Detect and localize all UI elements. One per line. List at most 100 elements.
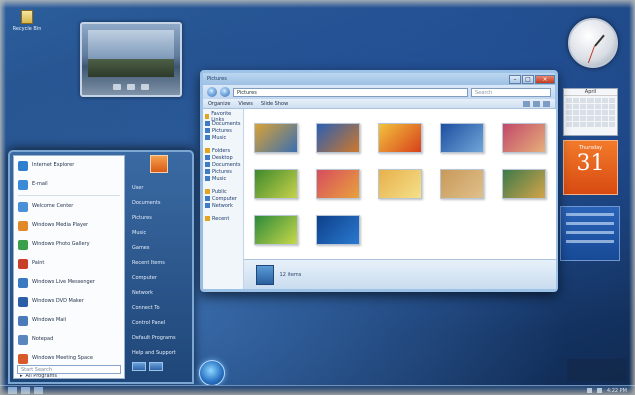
feed-headlines-gadget[interactable] (560, 206, 620, 261)
calendar-date-cell[interactable] (587, 98, 594, 103)
calendar-date-cell[interactable] (587, 110, 594, 115)
calendar-date-cell[interactable] (566, 110, 573, 115)
nav-item[interactable]: Desktop (205, 154, 241, 161)
window-titlebar[interactable]: Pictures – □ × (203, 73, 555, 85)
calendar-date-cell[interactable] (608, 104, 615, 109)
quick-launch-icon[interactable] (34, 387, 43, 394)
gadget-tile[interactable] (567, 359, 627, 381)
network-icon[interactable] (586, 388, 592, 393)
close-button[interactable]: × (535, 74, 555, 84)
start-menu-place-link[interactable]: User (128, 181, 189, 196)
nav-item[interactable]: Network (205, 202, 241, 209)
nav-item[interactable]: Computer (205, 195, 241, 202)
calendar-date-cell[interactable] (573, 110, 580, 115)
calendar-date-cell[interactable] (594, 116, 601, 121)
start-menu-place-link[interactable]: Computer (128, 271, 189, 286)
lock-icon[interactable] (149, 362, 163, 371)
picture-thumbnail[interactable] (315, 215, 360, 245)
calendar-date-cell[interactable] (608, 98, 615, 103)
start-menu-place-link[interactable]: Control Panel (128, 316, 189, 331)
calendar-date-cell[interactable] (601, 116, 608, 121)
calendar-date-cell[interactable] (566, 98, 573, 103)
calendar-date-cell[interactable] (601, 122, 608, 127)
calendar-date-cell[interactable] (608, 110, 615, 115)
start-menu-item[interactable]: Windows Media Player (14, 216, 124, 235)
nav-item[interactable]: Music (205, 134, 241, 141)
nav-item[interactable]: Pictures (205, 127, 241, 134)
back-icon[interactable]: ‹ (207, 87, 217, 97)
calendar-date-cell[interactable] (594, 110, 601, 115)
volume-icon[interactable] (596, 388, 602, 393)
calendar-date-cell[interactable] (580, 122, 587, 127)
quick-launch-icon[interactable] (21, 387, 30, 394)
quick-launch-icon[interactable] (8, 387, 17, 394)
calendar-date-cell[interactable] (573, 104, 580, 109)
organize-button[interactable]: Organize (208, 101, 230, 107)
picture-thumbnail[interactable] (253, 215, 298, 245)
start-menu-place-link[interactable]: Default Programs (128, 331, 189, 346)
start-menu-item[interactable]: Welcome Center (14, 197, 124, 216)
calendar-date-cell[interactable] (573, 122, 580, 127)
calendar-date-cell[interactable] (594, 98, 601, 103)
start-menu-item[interactable]: E-mail (14, 175, 124, 194)
picture-thumbnail[interactable] (377, 123, 422, 153)
start-menu-place-link[interactable]: Music (128, 226, 189, 241)
start-menu-item[interactable]: Notepad (14, 330, 124, 349)
calendar-date-cell[interactable] (587, 122, 594, 127)
calendar-date-cell[interactable] (580, 116, 587, 121)
nav-item[interactable]: Favorite Links (205, 111, 241, 123)
search-input[interactable]: Search (471, 87, 551, 97)
calendar-date-cell[interactable] (587, 104, 594, 109)
picture-thumbnail[interactable] (377, 169, 422, 199)
calendar-date-cell[interactable] (608, 116, 615, 121)
start-menu-item[interactable]: Windows DVD Maker (14, 292, 124, 311)
picture-thumbnail[interactable] (501, 169, 546, 199)
calendar-month-gadget[interactable]: April (563, 88, 618, 136)
calendar-date-cell[interactable] (573, 98, 580, 103)
nav-item[interactable]: Public (205, 188, 241, 195)
picture-thumbnail[interactable] (253, 123, 298, 153)
calendar-date-cell[interactable] (566, 122, 573, 127)
share-icon[interactable] (533, 100, 540, 107)
start-menu-place-link[interactable]: Help and Support (128, 346, 189, 361)
user-picture[interactable] (150, 155, 168, 173)
nav-item[interactable]: Pictures (205, 168, 241, 175)
start-menu-item[interactable]: Windows Mail (14, 311, 124, 330)
views-button[interactable]: Views (238, 101, 252, 107)
tray-clock[interactable]: 4:22 PM (607, 388, 627, 394)
start-menu-place-link[interactable]: Network (128, 286, 189, 301)
picture-thumbnail[interactable] (315, 169, 360, 199)
picture-thumbnail[interactable] (501, 123, 546, 153)
calendar-date-cell[interactable] (594, 104, 601, 109)
slideshow-gadget[interactable] (80, 22, 182, 97)
address-field[interactable]: Pictures (233, 87, 468, 97)
start-menu-place-link[interactable]: Pictures (128, 211, 189, 226)
power-icon[interactable] (132, 362, 146, 371)
play-icon[interactable] (127, 84, 135, 90)
recycle-bin-icon[interactable]: Recycle Bin (12, 10, 42, 32)
calendar-date-cell[interactable] (594, 122, 601, 127)
slide-show-button[interactable]: Slide Show (261, 101, 288, 107)
explorer-window[interactable]: Pictures – □ × ‹ › Pictures Search Organ… (200, 70, 558, 292)
calendar-date-cell[interactable] (587, 116, 594, 121)
nav-item[interactable]: Recent (205, 215, 241, 222)
start-menu-item[interactable]: Windows Live Messenger (14, 273, 124, 292)
calendar-day-gadget[interactable]: Thursday 31 (563, 140, 618, 195)
calendar-date-cell[interactable] (566, 104, 573, 109)
picture-thumbnail[interactable] (315, 123, 360, 153)
start-menu-place-link[interactable]: Games (128, 241, 189, 256)
calendar-date-cell[interactable] (580, 98, 587, 103)
calendar-date-cell[interactable] (601, 104, 608, 109)
start-menu[interactable]: Internet Explorer E-mail Welcome Center Wi… (8, 150, 194, 384)
previous-icon[interactable] (113, 84, 121, 90)
nav-item[interactable]: Documents (205, 161, 241, 168)
clock-gadget[interactable] (568, 18, 618, 68)
start-menu-place-link[interactable]: Connect To (128, 301, 189, 316)
calendar-date-cell[interactable] (566, 116, 573, 121)
picture-thumbnail[interactable] (439, 169, 484, 199)
start-menu-place-link[interactable]: Recent Items (128, 256, 189, 271)
calendar-date-cell[interactable] (580, 110, 587, 115)
start-search-input[interactable]: Start Search (17, 365, 121, 374)
calendar-date-cell[interactable] (573, 116, 580, 121)
maximize-button[interactable]: □ (522, 74, 534, 84)
